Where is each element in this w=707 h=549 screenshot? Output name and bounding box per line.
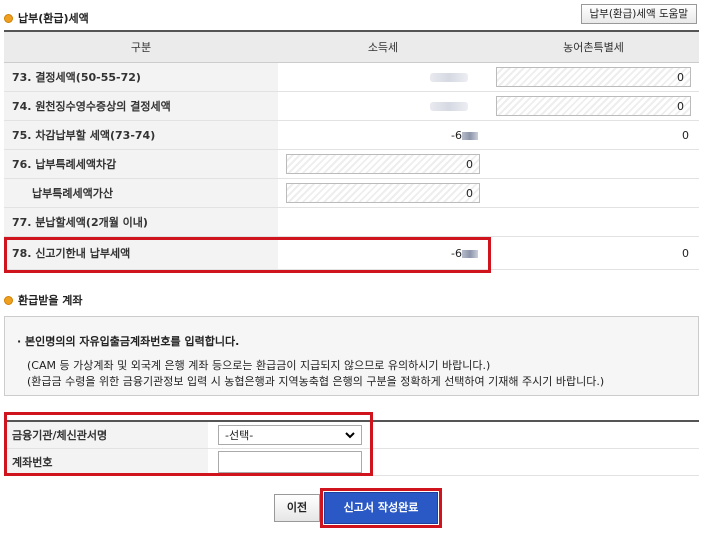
header-special-tax: 농어촌특별세 — [488, 30, 699, 63]
special-tax-cell — [488, 149, 699, 179]
special-tax-value: 0 — [488, 236, 699, 270]
header-income-tax: 소득세 — [278, 30, 488, 63]
table-row: 계좌번호 — [4, 448, 699, 476]
payment-table: 구분 소득세 농어촌특별세 73. 결정세액(50-55-72) 0 74. 원… — [4, 30, 699, 270]
bullet-icon — [4, 13, 13, 23]
refund-section-title: 환급받을 계좌 — [4, 292, 83, 308]
notice-title: · 본인명의의 자유입출금계좌번호를 입력합니다. — [17, 335, 240, 348]
table-row: 75. 차감납부할 세액(73-74) -6 0 — [4, 120, 699, 150]
refund-section-title-text: 환급받을 계좌 — [18, 294, 83, 307]
payment-help-button[interactable]: 납부(환급)세액 도움말 — [580, 4, 697, 24]
row-label: 74. 원천징수영수증상의 결정세액 — [4, 91, 278, 121]
table-row: 납부특례세액가산 0 — [4, 178, 699, 208]
special-tax-cell: 0 — [488, 62, 699, 92]
account-number-input[interactable] — [218, 451, 362, 473]
table-row: 73. 결정세액(50-55-72) 0 — [4, 62, 699, 92]
income-tax-value: -6 — [278, 120, 488, 150]
notice-line: (CAM 등 가상계좌 및 외국계 은행 계좌 등으로는 환급금이 지급되지 않… — [27, 359, 491, 372]
account-cell — [208, 448, 699, 476]
notice-line: (환급금 수령을 위한 금융기관정보 입력 시 농협은행과 지역농축협 은행의 … — [27, 375, 605, 388]
bank-label: 금융기관/체신관서명 — [4, 421, 208, 449]
masked-value — [462, 249, 478, 258]
table-row: 77. 분납할세액(2개월 이내) — [4, 207, 699, 237]
bullet-icon — [4, 295, 13, 305]
masked-value — [430, 102, 468, 111]
special-tax-value: 0 — [488, 120, 699, 150]
bank-cell: -선택- — [208, 421, 699, 449]
income-tax-cell: 0 — [278, 149, 488, 179]
submit-button[interactable]: 신고서 작성완료 — [324, 492, 438, 524]
row-label: 75. 차감납부할 세액(73-74) — [4, 120, 278, 150]
income-tax-value: -6 — [278, 236, 488, 270]
income-tax-text: -6 — [451, 246, 462, 260]
special-tax-cell: 0 — [488, 91, 699, 121]
table-row: 금융기관/체신관서명 -선택- — [4, 421, 699, 449]
row-label: 78. 신고기한내 납부세액 — [4, 236, 278, 270]
masked-value — [462, 131, 478, 140]
row-label: 73. 결정세액(50-55-72) — [4, 62, 278, 92]
table-row: 74. 원천징수영수증상의 결정세액 0 — [4, 91, 699, 121]
income-tax-text: -6 — [451, 128, 462, 142]
table-header-row: 구분 소득세 농어촌특별세 — [4, 30, 699, 63]
bank-select[interactable]: -선택- — [218, 425, 362, 445]
payment-section-title: 납부(환급)세액 — [4, 10, 89, 26]
income-tax-cell — [278, 207, 488, 237]
chevron-down-icon — [345, 429, 355, 442]
account-table: 금융기관/체신관서명 -선택- 계좌번호 — [4, 420, 699, 476]
row-label: 76. 납부특례세액차감 — [4, 149, 278, 179]
row-label: 77. 분납할세액(2개월 이내) — [4, 207, 278, 237]
row-label: 납부특례세액가산 — [4, 178, 278, 208]
income-tax-value — [278, 91, 488, 121]
special-tax-field: 0 — [496, 67, 691, 87]
special-tax-cell — [488, 207, 699, 237]
account-label: 계좌번호 — [4, 448, 208, 476]
bank-select-value: -선택- — [225, 429, 254, 442]
table-row: 76. 납부특례세액차감 0 — [4, 149, 699, 179]
payment-section-title-text: 납부(환급)세액 — [18, 12, 89, 25]
income-tax-cell: 0 — [278, 178, 488, 208]
header-category: 구분 — [4, 30, 278, 63]
special-tax-cell — [488, 178, 699, 208]
income-tax-value — [278, 62, 488, 92]
table-row: 78. 신고기한내 납부세액 -6 0 — [4, 236, 699, 270]
income-tax-field: 0 — [286, 183, 480, 203]
refund-notice: · 본인명의의 자유입출금계좌번호를 입력합니다. (CAM 등 가상계좌 및 … — [4, 316, 699, 396]
special-tax-field: 0 — [496, 96, 691, 116]
income-tax-field: 0 — [286, 154, 480, 174]
masked-value — [430, 73, 468, 82]
prev-button[interactable]: 이전 — [274, 494, 320, 522]
